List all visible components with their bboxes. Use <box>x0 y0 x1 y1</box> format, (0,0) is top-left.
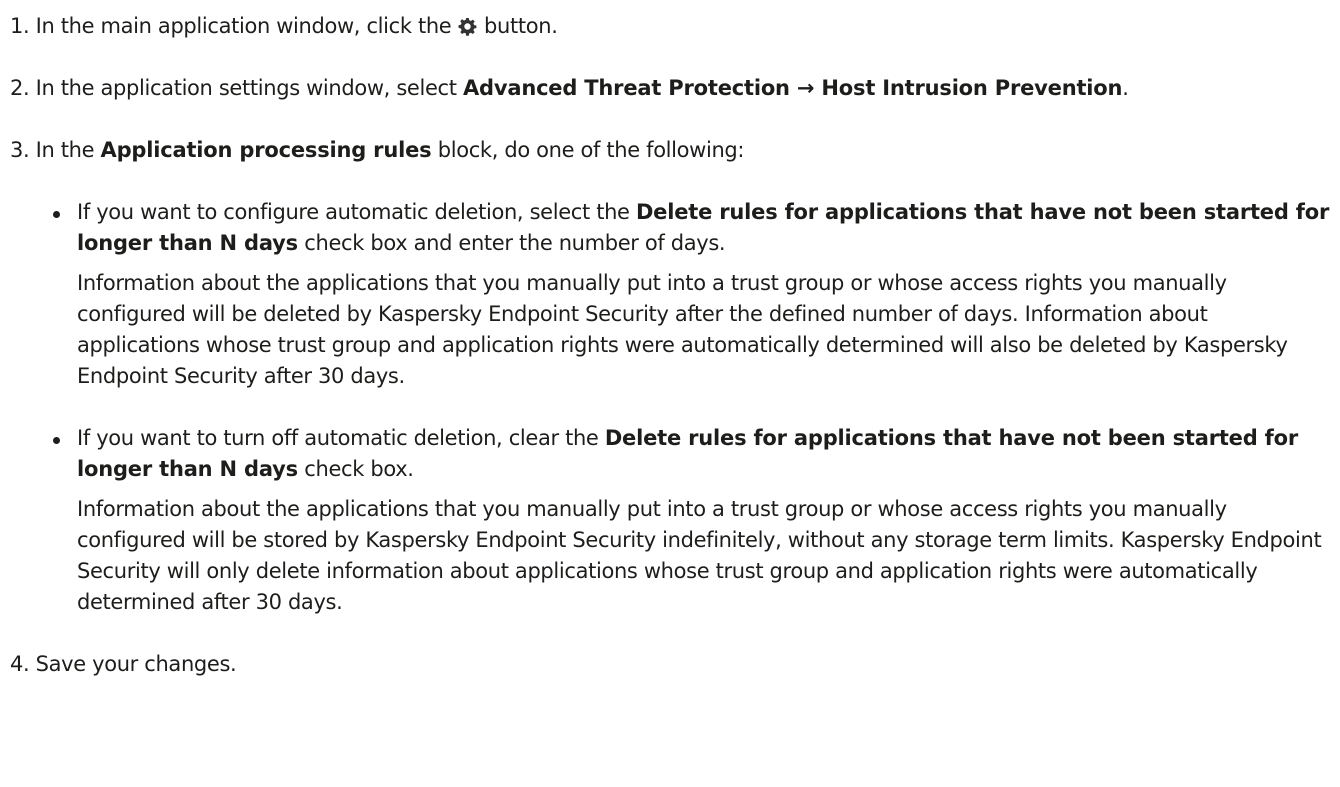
option-list: If you want to configure automatic delet… <box>10 197 1335 618</box>
list-item: If you want to turn off automatic deleti… <box>10 423 1335 618</box>
step-2-text-end: . <box>1122 76 1129 100</box>
step-2: 2. In the application settings window, s… <box>10 73 1335 104</box>
step-3-text: 3. In the <box>10 138 101 162</box>
step-4: 4. Save your changes. <box>10 652 237 676</box>
bullet-icon <box>53 437 60 444</box>
step-1: 1. In the main application window, click… <box>10 11 1335 42</box>
block-name: Application processing rules <box>100 138 432 162</box>
step-1-text: 1. In the main application window, click… <box>10 14 458 38</box>
option-text-end: check box and enter the number of days. <box>297 231 726 255</box>
option-lead: If you want to turn off automatic deleti… <box>77 423 1335 485</box>
bullet-icon <box>53 211 60 218</box>
instructions: 1. In the main application window, click… <box>10 11 1335 680</box>
option-lead: If you want to configure automatic delet… <box>77 197 1335 259</box>
option-note: Information about the applications that … <box>77 271 1288 388</box>
option-text-end: check box. <box>297 457 414 481</box>
option-text: If you want to turn off automatic deleti… <box>77 426 605 450</box>
option-note: Information about the applications that … <box>77 497 1322 614</box>
option-text: If you want to configure automatic delet… <box>77 200 636 224</box>
gear-icon <box>458 14 477 36</box>
list-item: If you want to configure automatic delet… <box>10 197 1335 392</box>
step-1-text-end: button. <box>477 14 558 38</box>
step-2-text: 2. In the application settings window, s… <box>10 76 463 100</box>
settings-path: Advanced Threat Protection → Host Intrus… <box>462 76 1123 100</box>
step-3: 3. In the Application processing rules b… <box>10 135 1335 166</box>
step-3-text-end: block, do one of the following: <box>431 138 745 162</box>
